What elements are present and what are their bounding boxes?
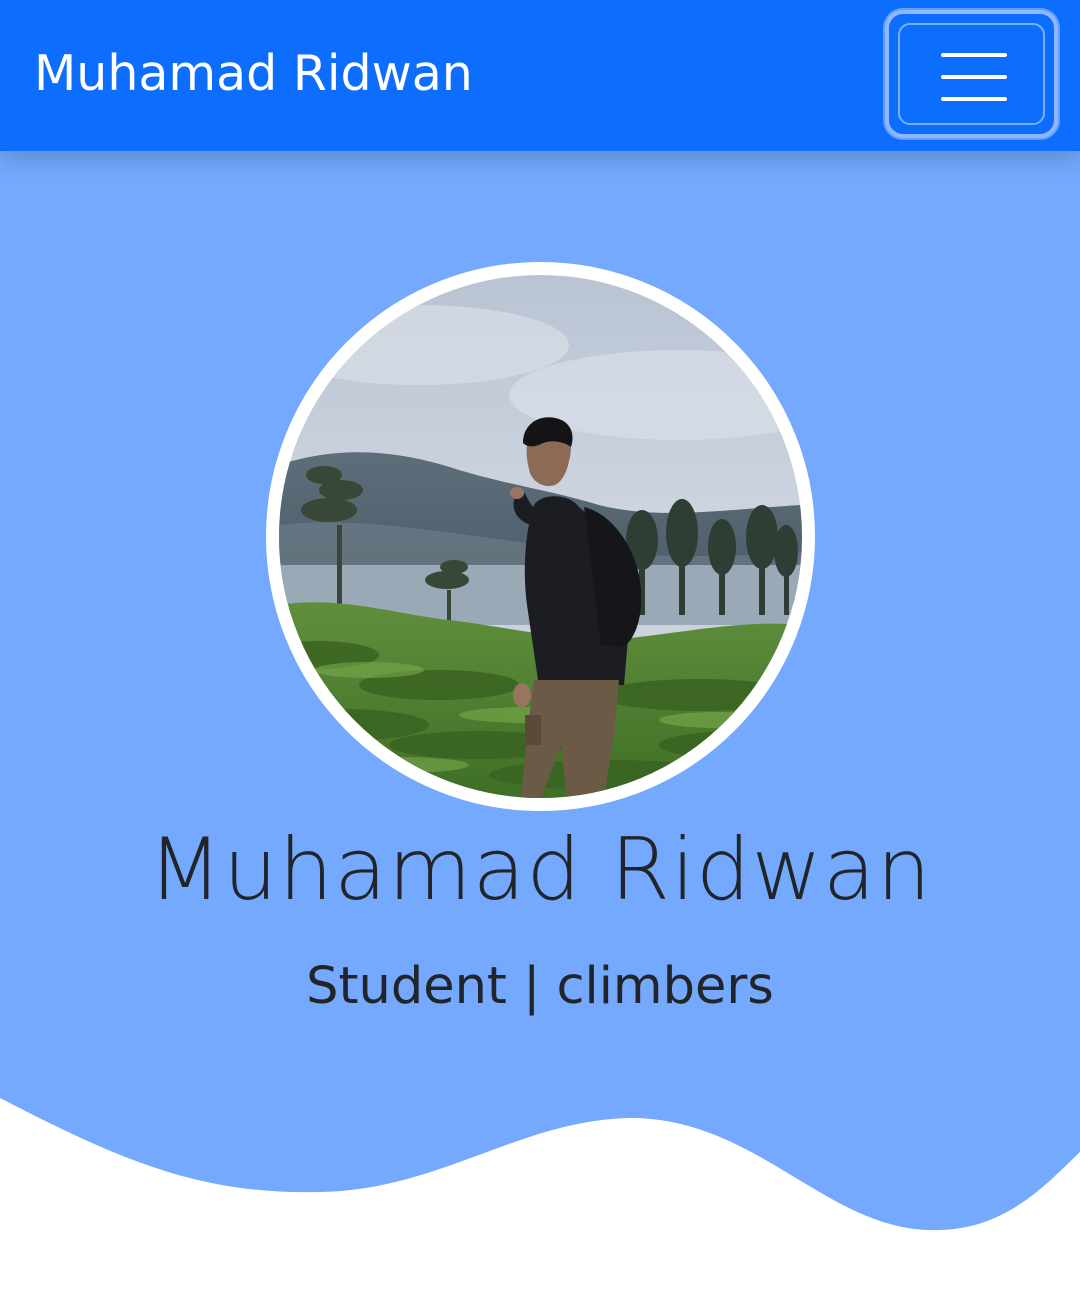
navbar: Muhamad Ridwan: [0, 0, 1080, 151]
page: Muhamad Ridwan Muhamad Ridwan Student | …: [0, 0, 1080, 1313]
hamburger-menu-icon: [941, 53, 1007, 101]
profile-photo: [266, 262, 815, 811]
navbar-toggler-button[interactable]: [885, 10, 1058, 138]
profile-photo-image: [279, 275, 802, 798]
profile-name: Muhamad Ridwan: [147, 820, 933, 920]
profile-role: Student | climbers: [306, 957, 774, 1016]
wave-divider: [0, 1098, 1080, 1313]
navbar-brand[interactable]: Muhamad Ridwan: [34, 42, 473, 106]
